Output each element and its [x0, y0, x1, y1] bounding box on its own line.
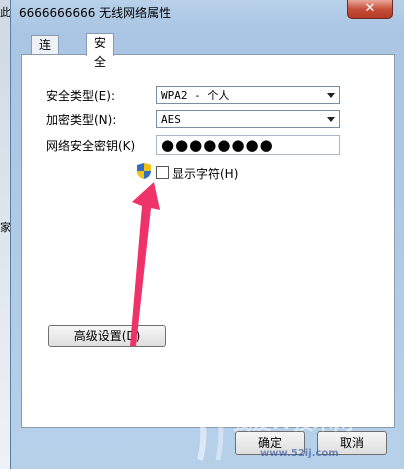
- title-bar[interactable]: 6666666666 无线网络属性 ✕: [11, 0, 404, 26]
- tab-connection[interactable]: 连接: [31, 35, 60, 71]
- uac-shield-icon: [137, 163, 151, 179]
- window-title: 6666666666 无线网络属性: [19, 6, 172, 20]
- close-icon: ✕: [364, 1, 376, 16]
- security-panel: 安全类型(E): WPA2 - 个人 加密类型(N): AES 网络安全密钥(K…: [21, 54, 395, 428]
- security-type-dropdown[interactable]: WPA2 - 个人: [156, 86, 340, 104]
- security-type-label: 安全类型(E):: [46, 89, 115, 103]
- pointer-arrow-annotation: [130, 182, 160, 346]
- show-characters-checkbox[interactable]: [156, 166, 169, 179]
- security-type-value: WPA2 - 个人: [161, 89, 230, 102]
- watermark-text: 我爱IT技术网: [232, 410, 354, 434]
- chevron-down-icon: [327, 117, 335, 122]
- close-button[interactable]: ✕: [347, 0, 393, 19]
- encryption-type-value: AES: [161, 113, 181, 126]
- network-key-label: 网络安全密钥(K): [46, 139, 136, 153]
- encryption-type-dropdown[interactable]: AES: [156, 110, 340, 128]
- chevron-down-icon: [327, 93, 335, 98]
- show-characters-label: 显示字符(H): [172, 167, 239, 181]
- background-window-edge: 此 家: [0, 0, 11, 469]
- tab-security[interactable]: 安全: [86, 33, 115, 69]
- encryption-type-label: 加密类型(N):: [46, 113, 117, 127]
- network-key-input[interactable]: ●●●●●●●●: [156, 135, 340, 155]
- watermark-subtext: www.52ij.com: [260, 448, 339, 459]
